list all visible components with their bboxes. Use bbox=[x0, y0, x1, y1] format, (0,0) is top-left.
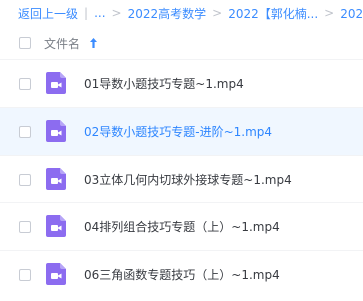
row-checkbox[interactable] bbox=[19, 221, 31, 233]
row-checkbox[interactable] bbox=[19, 269, 31, 281]
column-title-filename[interactable]: 文件名 bbox=[44, 35, 80, 52]
breadcrumb-item-2[interactable]: 2022【郭化楠... bbox=[228, 5, 318, 22]
file-name[interactable]: 04排列组合技巧专题（上）~1.mp4 bbox=[84, 218, 280, 235]
file-name[interactable]: 06三角函数专题技巧（上）~1.mp4 bbox=[84, 266, 280, 283]
breadcrumb: 返回上一级 | ... > 2022高考数学 > 2022【郭化楠... > 2… bbox=[0, 0, 363, 26]
video-file-icon bbox=[46, 120, 66, 142]
file-row[interactable]: 02导数小题技巧专题-进阶~1.mp4 bbox=[0, 107, 363, 155]
breadcrumb-arrow: > bbox=[212, 6, 223, 20]
video-file-icon bbox=[46, 263, 66, 285]
breadcrumb-item-3[interactable]: 2022数学暑 bbox=[340, 5, 363, 22]
breadcrumb-arrow: > bbox=[324, 6, 335, 20]
breadcrumb-item-1[interactable]: 2022高考数学 bbox=[128, 5, 207, 22]
file-name[interactable]: 01导数小题技巧专题~1.mp4 bbox=[84, 75, 244, 92]
breadcrumb-divider: | bbox=[84, 6, 89, 20]
video-file-icon bbox=[46, 215, 66, 237]
row-checkbox[interactable] bbox=[19, 126, 31, 138]
file-name[interactable]: 03立体几何内切球外接球专题~1.mp4 bbox=[84, 171, 292, 188]
file-name[interactable]: 02导数小题技巧专题-进阶~1.mp4 bbox=[84, 123, 272, 140]
file-row[interactable]: 06三角函数专题技巧（上）~1.mp4 bbox=[0, 250, 363, 298]
file-row[interactable]: 04排列组合技巧专题（上）~1.mp4 bbox=[0, 202, 363, 250]
video-file-icon bbox=[46, 72, 66, 94]
row-checkbox[interactable] bbox=[19, 174, 31, 186]
file-row[interactable]: 01导数小题技巧专题~1.mp4 bbox=[0, 59, 363, 107]
breadcrumb-arrow: > bbox=[111, 6, 122, 20]
breadcrumb-ellipsis[interactable]: ... bbox=[94, 6, 105, 20]
select-all-checkbox[interactable] bbox=[19, 37, 31, 49]
back-link[interactable]: 返回上一级 bbox=[18, 5, 78, 22]
video-file-icon bbox=[46, 168, 66, 190]
sort-up-arrow-icon[interactable] bbox=[89, 37, 98, 49]
file-row[interactable]: 03立体几何内切球外接球专题~1.mp4 bbox=[0, 155, 363, 203]
row-checkbox[interactable] bbox=[19, 78, 31, 90]
list-header: 文件名 bbox=[0, 27, 363, 59]
file-browser: 返回上一级 | ... > 2022高考数学 > 2022【郭化楠... > 2… bbox=[0, 0, 363, 301]
